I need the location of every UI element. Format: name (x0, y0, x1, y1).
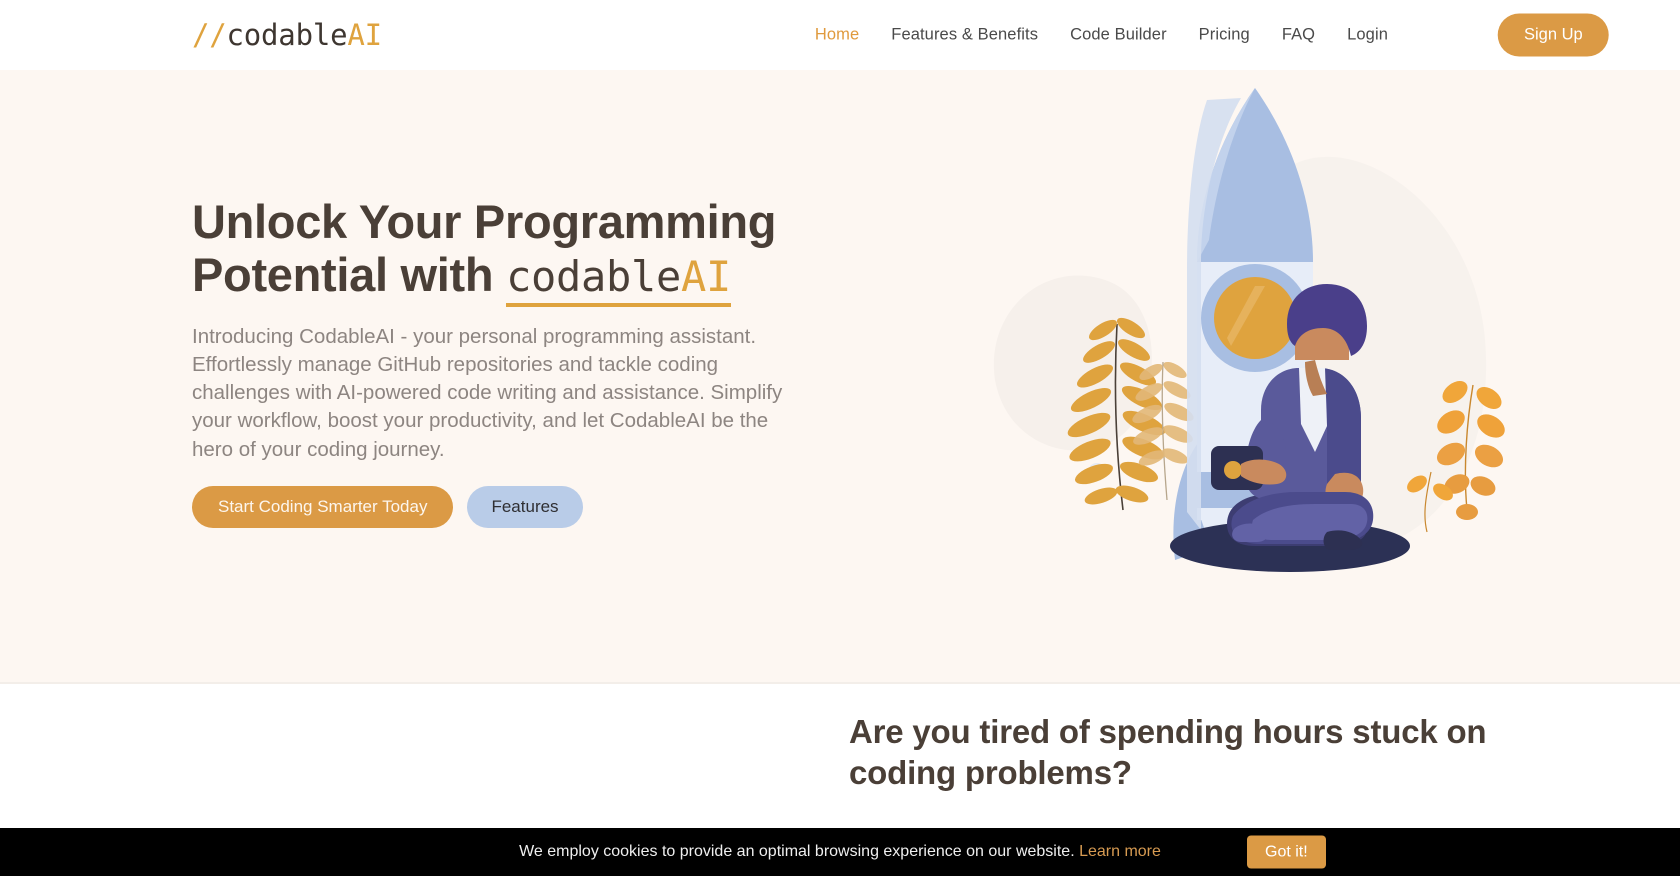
nav-item-features-benefits[interactable]: Features & Benefits (891, 26, 1038, 45)
start-coding-button[interactable]: Start Coding Smarter Today (192, 485, 454, 528)
logo-name: codable (226, 18, 348, 52)
hero-illustration (875, 80, 1525, 640)
features-button[interactable]: Features (467, 485, 583, 528)
site-header: //codableAI Home Features & Benefits Cod… (0, 0, 1680, 70)
logo-slashes: // (192, 18, 227, 52)
hero-title-line-2-prefix: Potential with (192, 248, 507, 302)
cookie-learn-more-link[interactable]: Learn more (1079, 843, 1161, 860)
sign-up-button[interactable]: Sign Up (1498, 13, 1609, 57)
hero-cta-group: Start Coding Smarter Today Features (192, 485, 832, 528)
hero-title-brand: codableAI (506, 252, 731, 308)
hero-brand-accent: AI (680, 252, 731, 302)
nav-item-pricing[interactable]: Pricing (1199, 26, 1250, 45)
hero-title-line-1: Unlock Your Programming (192, 195, 777, 248)
hero-brand-dark: codable (506, 252, 681, 302)
main-navigation: Home Features & Benefits Code Builder Pr… (815, 26, 1388, 45)
logo-ai-suffix: AI (347, 18, 382, 52)
brand-logo[interactable]: //codableAI (192, 18, 382, 52)
hero-title: Unlock Your Programming Potential with c… (192, 195, 832, 308)
hero-copy: Unlock Your Programming Potential with c… (192, 195, 832, 528)
cookie-message: We employ cookies to provide an optimal … (519, 843, 1161, 861)
pain-point-heading: Are you tired of spending hours stuck on… (849, 713, 1487, 792)
hero-subtitle: Introducing CodableAI - your personal pr… (192, 325, 783, 461)
hero-section: Unlock Your Programming Potential with c… (0, 70, 1680, 684)
cookie-consent-banner: We employ cookies to provide an optimal … (0, 828, 1680, 876)
nav-item-faq[interactable]: FAQ (1282, 26, 1315, 45)
cookie-accept-button[interactable]: Got it! (1247, 835, 1326, 869)
cookie-message-text: We employ cookies to provide an optimal … (519, 843, 1080, 860)
landing-page: //codableAI Home Features & Benefits Cod… (0, 0, 1680, 876)
nav-item-login[interactable]: Login (1347, 26, 1388, 45)
nav-item-home[interactable]: Home (815, 26, 859, 45)
nav-item-code-builder[interactable]: Code Builder (1070, 26, 1167, 45)
